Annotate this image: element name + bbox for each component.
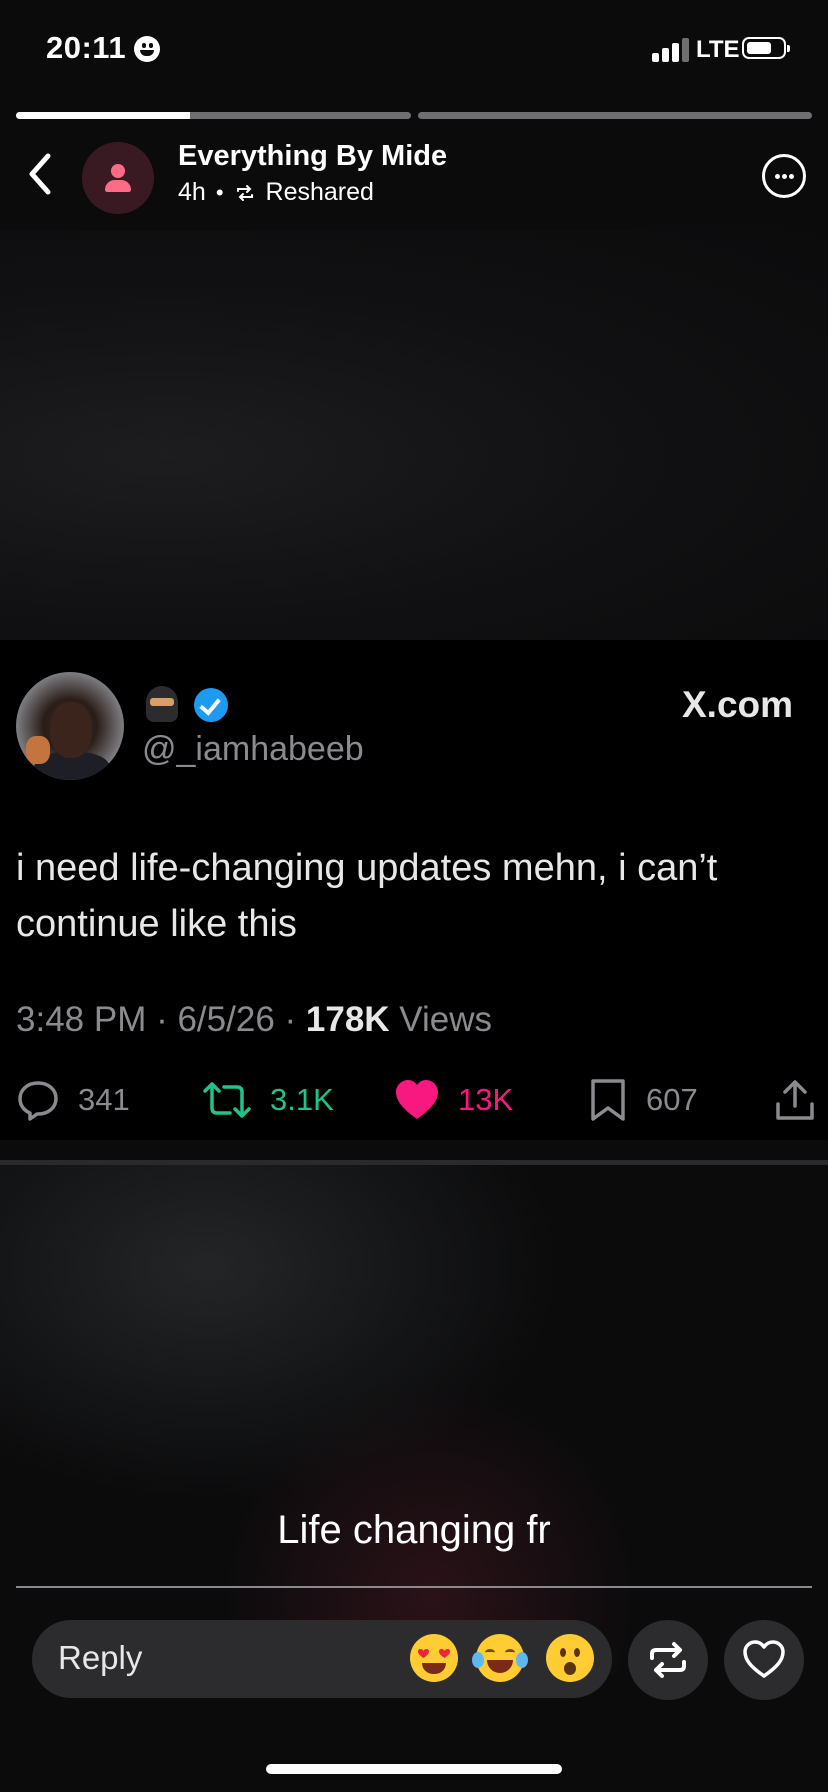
tweet-share xyxy=(774,1078,828,1122)
reply-icon xyxy=(18,1081,58,1121)
caption-divider xyxy=(16,1586,812,1588)
story-caption: Life changing fr xyxy=(277,1508,551,1552)
tweet-bookmarks: 607 xyxy=(588,1078,698,1122)
story-background-top xyxy=(0,230,828,640)
like-button[interactable] xyxy=(724,1620,804,1700)
tweet-views-label: Views xyxy=(399,1000,493,1039)
story-author[interactable]: Everything By Mide xyxy=(178,140,447,173)
repost-arrows-icon xyxy=(650,1642,686,1678)
network-label: LTE xyxy=(696,36,740,63)
repost-icon xyxy=(203,1082,251,1118)
surprised-emoji-icon[interactable] xyxy=(546,1634,594,1682)
tweet-handle: @_iamhabeeb xyxy=(142,730,364,768)
tweet-reposts: 3.1K xyxy=(202,1078,334,1122)
tweet-text: i need life-changing updates mehn, i can… xyxy=(16,847,718,945)
home-indicator[interactable] xyxy=(266,1764,562,1774)
bookmarks-count: 607 xyxy=(646,1082,698,1117)
verified-badge-icon xyxy=(194,688,228,722)
share-icon xyxy=(776,1080,814,1120)
heart-eyes-emoji-icon[interactable] xyxy=(410,1634,458,1682)
status-time: 20:11 xyxy=(46,30,127,65)
replies-count: 341 xyxy=(78,1082,130,1117)
focus-smiley-icon xyxy=(134,36,160,62)
story-progress-1 xyxy=(16,112,411,119)
reshare-icon xyxy=(236,184,253,201)
tweet-avatar xyxy=(16,672,124,780)
tweet-source: X.com xyxy=(682,684,794,725)
reshare-label: Reshared xyxy=(265,178,374,206)
battery-icon xyxy=(742,37,790,59)
ninja-emoji-icon xyxy=(144,686,180,724)
more-options-button[interactable] xyxy=(762,154,806,198)
tweet-date: 6/5/26 xyxy=(177,1000,275,1039)
signal-icon xyxy=(652,38,690,62)
bookmark-icon xyxy=(591,1079,625,1121)
tweet-meta: 3:48 PM · 6/5/26 · 178K Views xyxy=(16,1000,493,1039)
reposts-count: 3.1K xyxy=(270,1082,334,1117)
reply-input[interactable]: Reply xyxy=(32,1620,612,1698)
story-age: 4h xyxy=(178,178,206,206)
reply-placeholder: Reply xyxy=(58,1639,143,1676)
tears-of-joy-emoji-icon[interactable] xyxy=(472,1634,528,1682)
likes-count: 13K xyxy=(458,1082,514,1117)
heart-outline-icon xyxy=(743,1640,785,1678)
story-background-bottom xyxy=(0,1165,828,1675)
story-meta: 4h • Reshared xyxy=(178,178,374,207)
story-progress-2 xyxy=(418,112,812,119)
author-avatar[interactable] xyxy=(82,142,154,214)
tweet-time: 3:48 PM xyxy=(16,1000,147,1039)
tweet-likes: 13K xyxy=(394,1078,513,1122)
heart-icon xyxy=(396,1080,438,1119)
meta-separator: • xyxy=(215,179,224,205)
reshare-button[interactable] xyxy=(628,1620,708,1700)
tweet-replies: 341 xyxy=(16,1078,130,1122)
back-button[interactable] xyxy=(24,152,58,196)
tweet-views-count: 178K xyxy=(305,1000,390,1039)
